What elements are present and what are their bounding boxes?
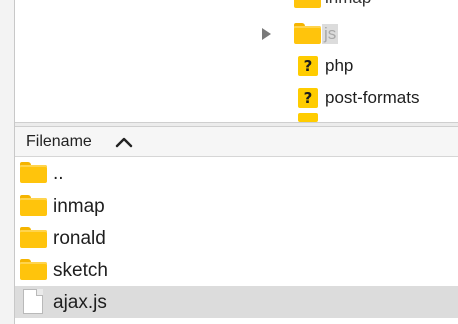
tree-item-post-formats[interactable]: ? post-formats — [15, 83, 458, 113]
folder-icon — [20, 162, 47, 183]
sftp-file-browser: inmap js ? php ? post-formats — [0, 0, 458, 324]
folder-icon — [294, 0, 321, 8]
list-item-parent-dir[interactable]: .. — [15, 157, 458, 189]
folder-icon — [20, 259, 47, 280]
tree-item-label: php — [325, 56, 354, 75]
list-item-ronald[interactable]: ronald — [15, 222, 458, 254]
folder-icon — [20, 195, 47, 216]
unknown-icon: ? — [298, 56, 318, 76]
window-left-gutter — [0, 0, 14, 324]
list-item-label: ajax.js — [53, 292, 107, 313]
list-item-label: .. — [53, 163, 64, 184]
file-list-header[interactable]: Filename — [15, 127, 458, 157]
tree-item-label: js — [322, 24, 339, 44]
file-list[interactable]: .. inmap ronald sketch ajax.js — [15, 157, 458, 324]
file-icon — [23, 289, 43, 316]
sort-ascending-icon[interactable] — [115, 135, 133, 149]
directory-tree[interactable]: inmap js ? php ? post-formats — [15, 0, 458, 122]
list-item-label: sketch — [53, 260, 108, 281]
tree-item-label: inmap — [325, 0, 371, 8]
unknown-icon: ? — [298, 88, 318, 108]
list-item-label: ronald — [53, 228, 106, 249]
list-item-inmap[interactable]: inmap — [15, 190, 458, 222]
folder-icon — [20, 227, 47, 248]
tree-item-php[interactable]: ? php — [15, 51, 458, 81]
expand-arrow-icon[interactable] — [262, 28, 271, 40]
list-item-ajax-js[interactable]: ajax.js — [15, 286, 458, 318]
tree-item-label: post-formats — [325, 88, 420, 107]
unknown-icon — [298, 113, 318, 122]
folder-icon — [294, 23, 321, 44]
column-header-filename[interactable]: Filename — [26, 133, 92, 151]
list-item-sketch[interactable]: sketch — [15, 254, 458, 286]
tree-item-js[interactable]: js — [15, 19, 458, 49]
tree-item-partial[interactable] — [15, 113, 458, 122]
tree-item-inmap[interactable]: inmap — [15, 0, 458, 13]
list-item-label: inmap — [53, 196, 105, 217]
